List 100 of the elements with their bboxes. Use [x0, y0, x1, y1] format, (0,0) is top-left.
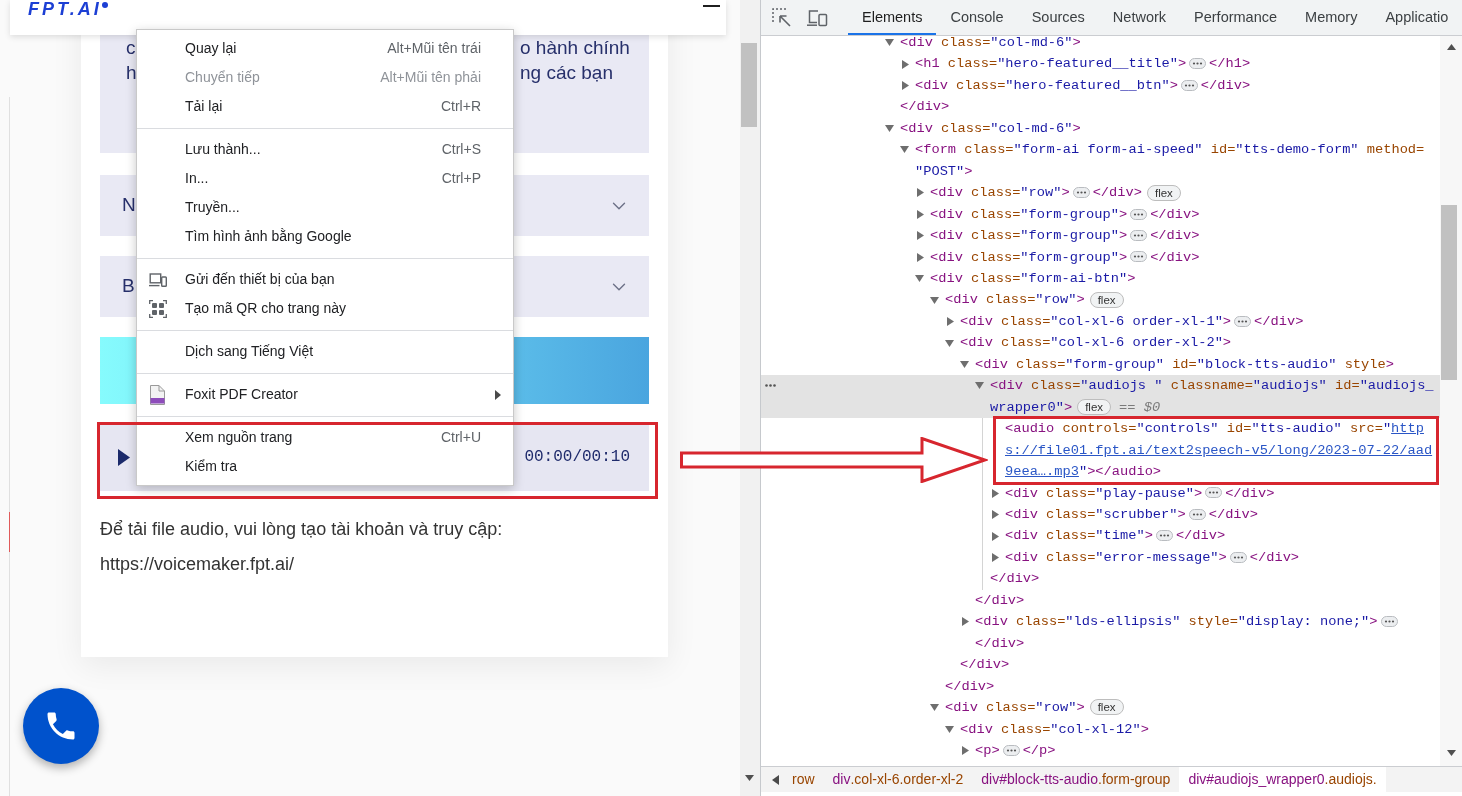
- caret-right-icon[interactable]: [962, 617, 969, 627]
- ellipsis-icon[interactable]: [1002, 744, 1020, 756]
- breadcrumb-link[interactable]: div#audiojs_wrapper0.audiojs.: [1179, 767, 1386, 792]
- ellipsis-icon[interactable]: [1229, 551, 1247, 563]
- flex-badge[interactable]: flex: [1077, 399, 1112, 416]
- ellipsis-icon[interactable]: [1155, 530, 1173, 542]
- caret-right-icon[interactable]: [917, 209, 924, 219]
- menu-item[interactable]: Quay lại: [185, 38, 237, 59]
- caret-down-icon[interactable]: [885, 39, 894, 47]
- devtools-tab[interactable]: Performance: [1180, 0, 1292, 35]
- menu-item[interactable]: Foxit PDF Creator: [185, 384, 298, 405]
- caret-right-icon[interactable]: [902, 81, 909, 91]
- menu-item[interactable]: Dịch sang Tiếng Việt: [185, 341, 314, 362]
- device-toolbar-icon[interactable]: [806, 7, 828, 28]
- scroll-down-icon[interactable]: [1447, 750, 1456, 756]
- element-tag[interactable]: <div class="time">: [1005, 528, 1153, 544]
- caret-right-icon[interactable]: [992, 488, 999, 498]
- phone-call-button[interactable]: [23, 688, 99, 764]
- caret-right-icon[interactable]: [917, 231, 924, 241]
- menu-item[interactable]: Tạo mã QR cho trang này: [185, 298, 347, 319]
- element-tag[interactable]: <p>: [975, 742, 1000, 758]
- caret-down-icon[interactable]: [915, 275, 924, 283]
- ellipsis-icon[interactable]: [1234, 315, 1252, 327]
- ellipsis-icon[interactable]: [1189, 58, 1207, 70]
- caret-down-icon[interactable]: [930, 704, 939, 712]
- flex-badge[interactable]: flex: [1089, 699, 1124, 716]
- menu-item[interactable]: Gửi đến thiết bị của bạn: [185, 269, 335, 290]
- selected-row-highlight[interactable]: <div class="audiojs " classname="audiojs" id="audiojs_ wrapper0"> flex == $0: [761, 375, 1440, 419]
- element-tag[interactable]: <div class="audiojs " classname="audiojs" id="audiojs_: [990, 378, 1434, 394]
- ellipsis-icon[interactable]: [1180, 79, 1198, 91]
- flex-badge[interactable]: flex: [1089, 291, 1124, 308]
- element-tag[interactable]: <form class="form-ai form-ai-speed" id="tts-demo-form" method=: [915, 142, 1425, 158]
- flex-badge[interactable]: flex: [1146, 184, 1181, 201]
- element-tag[interactable]: <div class="col-xl-6 order-xl-1">: [960, 313, 1232, 329]
- element-tag[interactable]: 9eea….mp3"></audio>: [1005, 464, 1162, 480]
- menu-item[interactable]: Tải lại: [185, 96, 223, 117]
- breadcrumb-link[interactable]: div.col-xl-6.order-xl-2: [823, 767, 973, 792]
- ellipsis-icon[interactable]: [1130, 208, 1148, 220]
- more-options-icon[interactable]: [765, 384, 776, 388]
- element-tag[interactable]: wrapper0">: [990, 399, 1073, 415]
- ellipsis-icon[interactable]: [1072, 187, 1090, 199]
- devtools-tab[interactable]: Sources: [1017, 0, 1099, 35]
- caret-right-icon[interactable]: [917, 188, 924, 198]
- caret-right-icon[interactable]: [917, 252, 924, 262]
- devtools-tab[interactable]: Network: [1098, 0, 1181, 35]
- ellipsis-icon[interactable]: [1130, 229, 1148, 241]
- element-tag[interactable]: <div class="form-group">: [930, 228, 1128, 244]
- element-tag[interactable]: <div class="form-ai-btn">: [930, 271, 1136, 286]
- inspect-element-icon[interactable]: [771, 6, 793, 29]
- element-tag[interactable]: <div class="scrubber">: [1005, 506, 1186, 522]
- element-tag[interactable]: <div class="col-md-6">: [900, 36, 1081, 50]
- breadcrumb-link[interactable]: div#block-tts-audio.form-group: [972, 767, 1180, 792]
- element-tag[interactable]: <div class="col-md-6">: [900, 120, 1081, 136]
- element-tag[interactable]: <div class="form-group">: [930, 206, 1128, 222]
- scroll-down-icon[interactable]: [745, 775, 754, 781]
- caret-down-icon[interactable]: [930, 296, 939, 304]
- caret-down-icon[interactable]: [945, 339, 954, 347]
- element-tag[interactable]: <div class="col-xl-6 order-xl-2">: [960, 335, 1232, 351]
- menu-item[interactable]: In...: [185, 168, 209, 189]
- element-tag[interactable]: <audio controls="controls" id="tts-audio" src="http: [1005, 421, 1424, 437]
- caret-down-icon[interactable]: [945, 725, 954, 733]
- scrollbar-thumb[interactable]: [1441, 205, 1457, 380]
- devtools-tab[interactable]: Console: [936, 0, 1018, 35]
- devtools-tab[interactable]: Applicatio: [1371, 0, 1462, 35]
- scrollbar-thumb[interactable]: [741, 43, 757, 127]
- element-tag[interactable]: "POST">: [915, 163, 973, 179]
- caret-right-icon[interactable]: [947, 317, 954, 327]
- menu-item[interactable]: Tìm hình ảnh bằng Google: [185, 226, 352, 247]
- menu-item[interactable]: Truyền...: [185, 197, 240, 218]
- breadcrumb-link[interactable]: row: [783, 767, 824, 792]
- element-tag[interactable]: <div class="form-group" id="block-tts-audio" style>: [975, 356, 1394, 372]
- scroll-up-icon[interactable]: [1447, 44, 1456, 50]
- devtools-tab[interactable]: Memory: [1291, 0, 1372, 35]
- caret-right-icon[interactable]: [902, 59, 909, 69]
- element-tag[interactable]: <div class="form-group">: [930, 249, 1128, 265]
- element-tag[interactable]: <div class="col-xl-12">: [960, 721, 1149, 737]
- element-tag[interactable]: <h1 class="hero-featured__title">: [915, 56, 1187, 72]
- element-tag[interactable]: <div class="row">: [945, 700, 1085, 716]
- ellipsis-icon[interactable]: [1205, 487, 1223, 499]
- ellipsis-icon[interactable]: [1130, 251, 1148, 263]
- caret-down-icon[interactable]: [960, 361, 969, 368]
- element-tag[interactable]: <div class="hero-featured__btn">: [915, 77, 1178, 93]
- menu-item[interactable]: Xem nguồn trang: [185, 427, 293, 448]
- play-icon[interactable]: [118, 448, 130, 466]
- site-logo[interactable]: FPT.AI: [28, 0, 102, 18]
- element-tag[interactable]: <div class="row">: [945, 292, 1085, 308]
- element-tag[interactable]: <div class="error-message">: [1005, 549, 1227, 565]
- caret-right-icon[interactable]: [992, 531, 999, 541]
- ellipsis-icon[interactable]: [1188, 508, 1206, 520]
- element-tag[interactable]: s://file01.fpt.ai/text2speech-v5/long/2023-07-22/aad: [1005, 442, 1433, 458]
- menu-item[interactable]: Lưu thành...: [185, 139, 261, 160]
- element-tag[interactable]: <div class="play-pause">: [1005, 485, 1203, 501]
- caret-right-icon[interactable]: [962, 746, 969, 756]
- scroll-left-icon[interactable]: [772, 774, 779, 785]
- caret-down-icon[interactable]: [885, 125, 894, 133]
- element-tag[interactable]: <div class="lds-ellipsis" style="display: none;">: [975, 614, 1378, 630]
- caret-down-icon[interactable]: [975, 382, 984, 390]
- devtools-tab[interactable]: Elements: [848, 0, 937, 35]
- element-tag[interactable]: <div class="row">: [930, 185, 1070, 201]
- caret-right-icon[interactable]: [992, 510, 999, 520]
